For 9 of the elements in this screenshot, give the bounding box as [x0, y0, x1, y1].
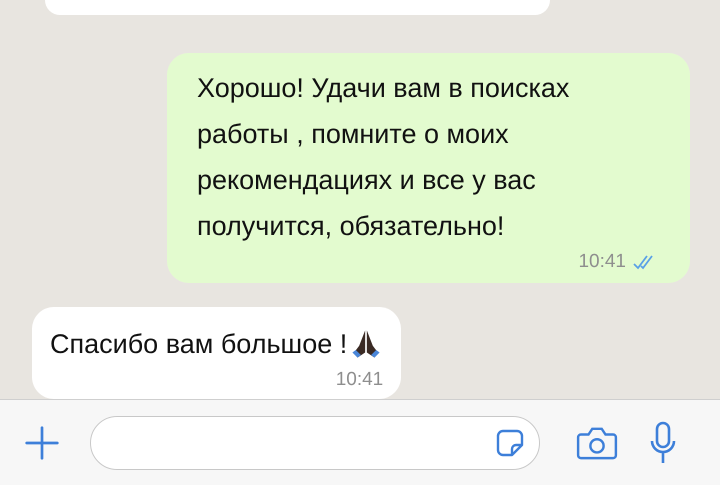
microphone-icon[interactable]: [650, 420, 676, 464]
message-time: 10:41: [578, 251, 626, 273]
message-text: Хорошо! Удачи вам в поисках работы , помните о моих рекомендациях и все у вас получится, обязательно!: [197, 73, 570, 241]
sticker-icon[interactable]: [495, 428, 525, 458]
camera-icon[interactable]: [576, 426, 618, 460]
message-time: 10:41: [336, 369, 384, 391]
plus-icon[interactable]: [24, 424, 60, 460]
message-text: Спасибо вам большое !: [50, 328, 348, 361]
message-input-field[interactable]: [90, 416, 540, 470]
